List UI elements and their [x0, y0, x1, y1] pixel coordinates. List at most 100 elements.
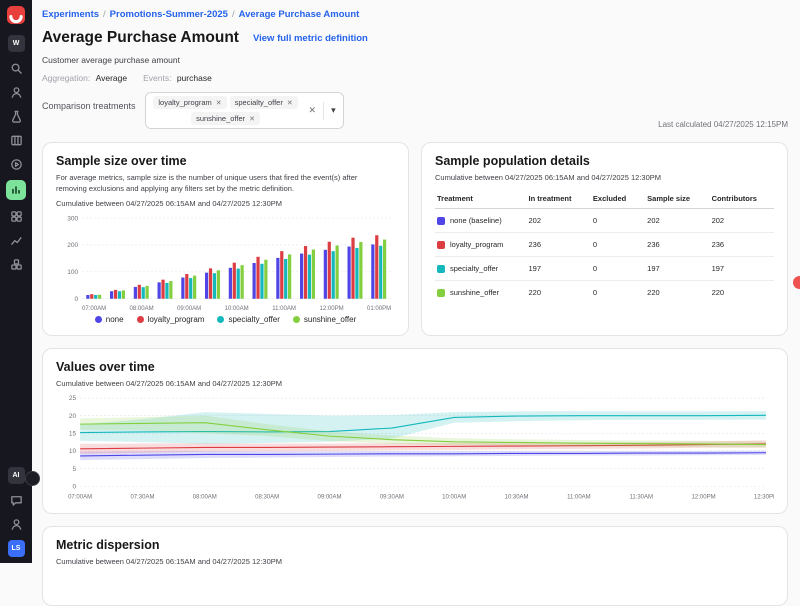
col-in-treatment: In treatment: [527, 189, 591, 209]
svg-text:09:30AM: 09:30AM: [380, 494, 404, 500]
legend-dot: [217, 316, 224, 323]
pulse-icon[interactable]: [8, 156, 24, 172]
user-badge-ls[interactable]: LS: [8, 540, 25, 557]
svg-text:08:30AM: 08:30AM: [255, 494, 279, 500]
view-metric-definition-link[interactable]: View full metric definition: [253, 33, 368, 44]
holdouts-icon[interactable]: [8, 256, 24, 272]
breadcrumb: Experiments / Promotions-Summer-2025 / A…: [42, 9, 788, 20]
select-divider: [323, 102, 324, 120]
svg-text:08:00AM: 08:00AM: [193, 494, 217, 500]
statsig-logo[interactable]: [7, 6, 25, 24]
legend-item-none[interactable]: none: [95, 315, 124, 324]
chip-sunshine-offer[interactable]: sunshine_offer ✕: [191, 112, 260, 125]
table-header-row: Treatment In treatment Excluded Sample s…: [435, 189, 774, 209]
col-excluded: Excluded: [591, 189, 645, 209]
legend-item-loyalty-program[interactable]: loyalty_program: [137, 315, 205, 324]
legend-dot: [95, 316, 102, 323]
sample-population-card: Sample population details Cumulative bet…: [421, 142, 788, 336]
chip-loyalty-program[interactable]: loyalty_program ✕: [153, 96, 226, 109]
treatment-color-swatch: [437, 265, 445, 273]
svg-text:12:30PM: 12:30PM: [754, 494, 774, 500]
svg-text:12:00PM: 12:00PM: [692, 494, 716, 500]
svg-text:09:00AM: 09:00AM: [177, 306, 201, 312]
floating-assistant-button[interactable]: [25, 471, 40, 486]
search-icon[interactable]: [8, 60, 24, 76]
feature-gates-icon[interactable]: [8, 132, 24, 148]
chat-icon[interactable]: [8, 492, 24, 508]
treatment-chips: loyalty_program ✕ specialty_offer ✕ suns…: [150, 96, 302, 125]
svg-text:07:30AM: 07:30AM: [130, 494, 154, 500]
values-over-time-chart: 0 5 10 15 20 25 07:00AM 07:30AM 08:00AM 08:30AM 09…: [56, 392, 774, 502]
svg-text:11:30AM: 11:30AM: [629, 494, 653, 500]
breadcrumb-experiment-name[interactable]: Promotions-Summer-2025: [110, 9, 228, 20]
ai-badge[interactable]: AI: [8, 467, 25, 484]
svg-text:09:00AM: 09:00AM: [317, 494, 341, 500]
chip-remove-icon[interactable]: ✕: [216, 99, 222, 107]
svg-text:11:00AM: 11:00AM: [272, 306, 296, 312]
treatments-multiselect[interactable]: loyalty_program ✕ specialty_offer ✕ suns…: [145, 92, 344, 129]
breadcrumb-metric-name[interactable]: Average Purchase Amount: [239, 9, 360, 20]
table-row: specialty_offer 197 0 197 197: [435, 257, 774, 281]
chevron-down-icon[interactable]: ▾: [331, 105, 336, 116]
legend-dot: [137, 316, 144, 323]
treatment-color-swatch: [437, 217, 445, 225]
svg-text:10:30AM: 10:30AM: [505, 494, 529, 500]
aggregation-value: Average: [96, 73, 128, 83]
comparison-row: Comparison treatments loyalty_program ✕ …: [42, 92, 788, 129]
legend-item-sunshine-offer[interactable]: sunshine_offer: [293, 315, 356, 324]
svg-text:08:00AM: 08:00AM: [130, 306, 154, 312]
dispersion-cumulative: Cumulative between 04/27/2025 06:15AM an…: [56, 557, 774, 566]
svg-text:20: 20: [69, 413, 77, 420]
svg-text:01:00PM: 01:00PM: [367, 306, 391, 312]
svg-text:10: 10: [69, 448, 77, 455]
comparison-label: Comparison treatments: [42, 92, 136, 111]
events-label: Events:: [143, 73, 171, 83]
dynamic-config-icon[interactable]: [8, 208, 24, 224]
last-calculated: Last calculated 04/27/2025 12:15PM: [658, 120, 788, 129]
user-icon[interactable]: [8, 516, 24, 532]
svg-text:12:00PM: 12:00PM: [319, 306, 343, 312]
svg-text:10:00AM: 10:00AM: [224, 306, 248, 312]
svg-text:11:00AM: 11:00AM: [567, 494, 591, 500]
svg-text:07:00AM: 07:00AM: [82, 306, 106, 312]
people-icon[interactable]: [8, 84, 24, 100]
sample-size-description: For average metrics, sample size is the …: [56, 173, 386, 194]
svg-text:300: 300: [67, 215, 78, 222]
legend-dot: [293, 316, 300, 323]
sample-size-chart: 010020030007:00AM08:00AM09:00AM10:00AM11…: [56, 212, 395, 313]
svg-text:200: 200: [67, 242, 78, 249]
clear-all-icon[interactable]: ✕: [309, 105, 317, 116]
sidebar-bottom: AI LS: [8, 467, 25, 557]
treatment-color-swatch: [437, 241, 445, 249]
breadcrumb-experiments[interactable]: Experiments: [42, 9, 99, 20]
sample-size-title: Sample size over time: [56, 154, 395, 168]
svg-text:07:00AM: 07:00AM: [68, 494, 92, 500]
metric-dispersion-card: Metric dispersion Cumulative between 04/…: [42, 526, 788, 606]
metrics-icon-active[interactable]: [6, 180, 26, 200]
chip-remove-icon[interactable]: ✕: [287, 99, 293, 107]
sample-size-card: Sample size over time For average metric…: [42, 142, 409, 336]
chip-remove-icon[interactable]: ✕: [249, 115, 255, 123]
population-cumulative: Cumulative between 04/27/2025 06:15AM an…: [435, 173, 774, 182]
svg-text:5: 5: [72, 466, 76, 473]
svg-text:10:00AM: 10:00AM: [442, 494, 466, 500]
metric-subtitle: Customer average purchase amount: [42, 55, 788, 65]
experiments-icon[interactable]: [8, 108, 24, 124]
page-title: Average Purchase Amount: [42, 29, 239, 47]
legend-item-specialty-offer[interactable]: specialty_offer: [217, 315, 279, 324]
col-treatment: Treatment: [435, 189, 527, 209]
svg-text:15: 15: [69, 430, 77, 437]
sample-size-cumulative: Cumulative between 04/27/2025 06:15AM an…: [56, 199, 395, 208]
svg-text:25: 25: [69, 395, 77, 402]
population-table: Treatment In treatment Excluded Sample s…: [435, 189, 774, 304]
chip-specialty-offer[interactable]: specialty_offer ✕: [230, 96, 298, 109]
aggregation-row: Aggregation: Average Events: purchase: [42, 73, 788, 83]
right-edge-tab[interactable]: [793, 276, 800, 289]
insights-icon[interactable]: [8, 232, 24, 248]
col-contributors: Contributors: [710, 189, 774, 209]
values-cumulative: Cumulative between 04/27/2025 06:15AM an…: [56, 379, 774, 388]
svg-text:0: 0: [72, 483, 76, 490]
workspace-badge[interactable]: W: [8, 35, 25, 52]
treatment-color-swatch: [437, 289, 445, 297]
chart-legend: none loyalty_program specialty_offer sun…: [56, 315, 395, 324]
